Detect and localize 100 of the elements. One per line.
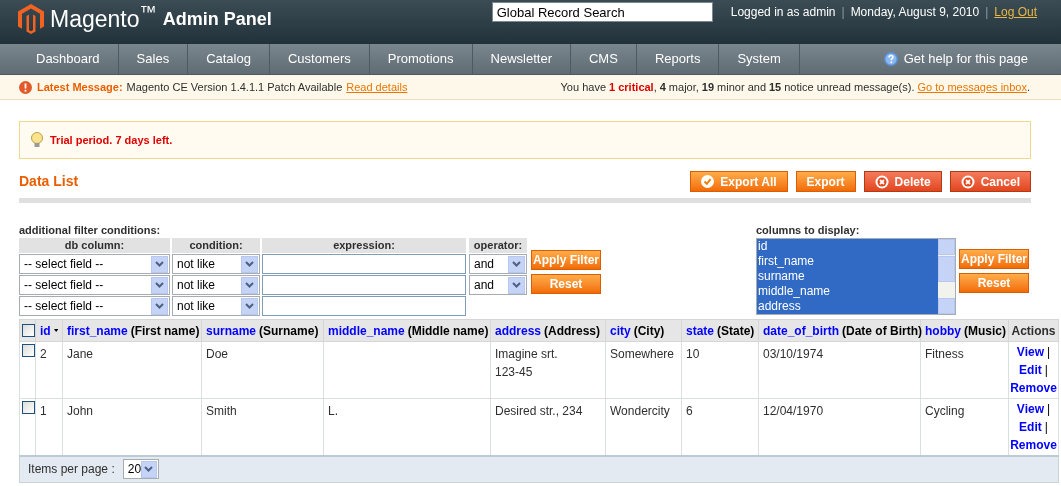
help-link[interactable]: Get help for this page: [903, 49, 1028, 69]
message-count-text: 4: [659, 79, 666, 95]
message-count-text: ,: [653, 79, 657, 95]
sentence-end: .: [1026, 79, 1030, 95]
filter-column-heading: condition:: [172, 238, 260, 253]
column-label: (Middle name): [407, 322, 489, 340]
table-cell-text: L.: [328, 403, 338, 420]
column-sort-link[interactable]: address: [495, 321, 542, 340]
row-action-link[interactable]: Remove: [1010, 381, 1057, 395]
table-cell-text: 2: [40, 346, 47, 363]
column-sort-link[interactable]: surname: [206, 321, 257, 340]
table-cell-text: 6: [686, 403, 693, 420]
expression-field[interactable]: [262, 296, 466, 316]
operator-select[interactable]: and: [469, 254, 527, 274]
table-cell-text: 12/04/1970: [763, 403, 824, 420]
scrollbar[interactable]: [938, 239, 955, 314]
column-label: (First name): [130, 322, 200, 340]
condition-select[interactable]: not like: [172, 296, 260, 316]
column-label: (Surname): [259, 322, 319, 340]
filter-column-heading: operator:: [469, 238, 527, 253]
action-button[interactable]: Delete: [863, 171, 942, 192]
table-cell-text: Cycling: [925, 403, 965, 420]
row-action-link[interactable]: View: [1016, 345, 1044, 359]
action-button[interactable]: Cancel: [949, 171, 1031, 192]
message-count-text: 15: [769, 79, 782, 95]
columns-title: columns to display:: [756, 224, 861, 237]
row-checkbox[interactable]: [22, 344, 35, 357]
message-count-text: notice unread message(s).: [784, 79, 915, 95]
message-title: Latest Message:: [37, 79, 123, 95]
nav-item[interactable]: Customers: [269, 44, 370, 74]
per-page-select[interactable]: 20: [122, 459, 159, 480]
expression-field[interactable]: [262, 254, 466, 274]
expression-field[interactable]: [262, 275, 466, 295]
global-search-field[interactable]: Global Record Search: [491, 2, 713, 22]
separator: |: [841, 4, 845, 21]
select-all-checkbox[interactable]: [22, 324, 35, 337]
message-count-text: major,: [668, 79, 699, 95]
table-cell-text: Smith: [206, 403, 237, 420]
column-sort-link[interactable]: middle_name: [328, 321, 405, 340]
nav-item[interactable]: CMS: [571, 44, 637, 74]
nav-item[interactable]: System: [719, 44, 800, 74]
nav-item[interactable]: Newsletter: [472, 44, 571, 74]
field-select[interactable]: -- select field --: [19, 254, 170, 274]
separator: |: [985, 4, 989, 21]
logo-icon: [18, 4, 44, 34]
separator: |: [1044, 363, 1048, 377]
table-cell-text: Imagine srt. 123-45: [495, 346, 559, 381]
column-sort-link[interactable]: state: [686, 321, 714, 340]
check-icon: [701, 175, 715, 188]
field-select[interactable]: -- select field --: [19, 275, 170, 295]
message-count-text: You have: [560, 79, 607, 95]
cancel-icon: [874, 174, 889, 189]
nav-item[interactable]: Catalog: [188, 44, 270, 74]
column-sort-link[interactable]: date_of_birth: [763, 321, 839, 340]
table-cell-text: Fitness: [925, 346, 964, 363]
column-sort-link[interactable]: hobby: [925, 321, 961, 340]
columns-listbox[interactable]: id first_name surname middle_name address: [756, 238, 956, 315]
message-text: Magento CE Version 1.4.1.1 Patch Available: [126, 79, 343, 95]
message-count-text: minor and: [717, 79, 766, 95]
column-label: (City): [633, 322, 665, 340]
nav-item[interactable]: Reports: [636, 44, 720, 74]
column-sort-link[interactable]: city: [610, 321, 631, 340]
table-cell-text: 03/10/1974: [763, 346, 824, 363]
row-action-link[interactable]: View: [1016, 402, 1044, 416]
field-select[interactable]: -- select field --: [19, 296, 170, 316]
separator: |: [1047, 402, 1051, 416]
alert-icon: [19, 80, 32, 94]
column-label: (Date of Birth): [842, 322, 922, 340]
row-checkbox[interactable]: [22, 401, 35, 414]
per-page-label: Items per page :: [28, 461, 115, 479]
condition-select[interactable]: not like: [172, 275, 260, 295]
row-action-link[interactable]: Edit: [1019, 363, 1042, 377]
row-action-link[interactable]: Edit: [1019, 420, 1042, 434]
lightbulb-icon: [30, 132, 44, 148]
column-sort-link[interactable]: first_name: [67, 321, 128, 340]
help-icon: [883, 52, 898, 66]
operator-select[interactable]: and: [469, 275, 527, 295]
nav-item[interactable]: Sales: [118, 44, 189, 74]
nav-item[interactable]: Dashboard: [18, 44, 119, 74]
condition-select[interactable]: not like: [172, 254, 260, 274]
brand-name: Magento$^{™}$: [50, 7, 157, 31]
table-cell-text: Doe: [206, 346, 228, 363]
nav-item[interactable]: Promotions: [369, 44, 473, 74]
brand-subtitle: Admin Panel: [162, 10, 272, 28]
filter-column-heading: expression:: [262, 238, 466, 253]
column-label: (Music): [964, 322, 1006, 340]
actions-heading: Actions: [1008, 319, 1059, 342]
row-action-link[interactable]: Remove: [1010, 438, 1057, 452]
table-cell-text: Desired str., 234: [495, 403, 583, 420]
page-title: Data List: [19, 172, 79, 191]
logged-in-user: Logged in as admin: [730, 4, 836, 21]
cancel-icon: [960, 174, 975, 189]
filter-column-heading: db column:: [19, 238, 170, 253]
current-date: Monday, August 9, 2010: [850, 4, 980, 21]
logout-link[interactable]: Log Out: [994, 3, 1037, 21]
column-label: (State): [717, 322, 755, 340]
filter-title: additional filter conditions:: [19, 224, 162, 237]
table-cell-text: 1: [40, 403, 47, 420]
table-cell-text: Jane: [67, 346, 94, 363]
read-details-link[interactable]: Read details: [346, 78, 408, 96]
